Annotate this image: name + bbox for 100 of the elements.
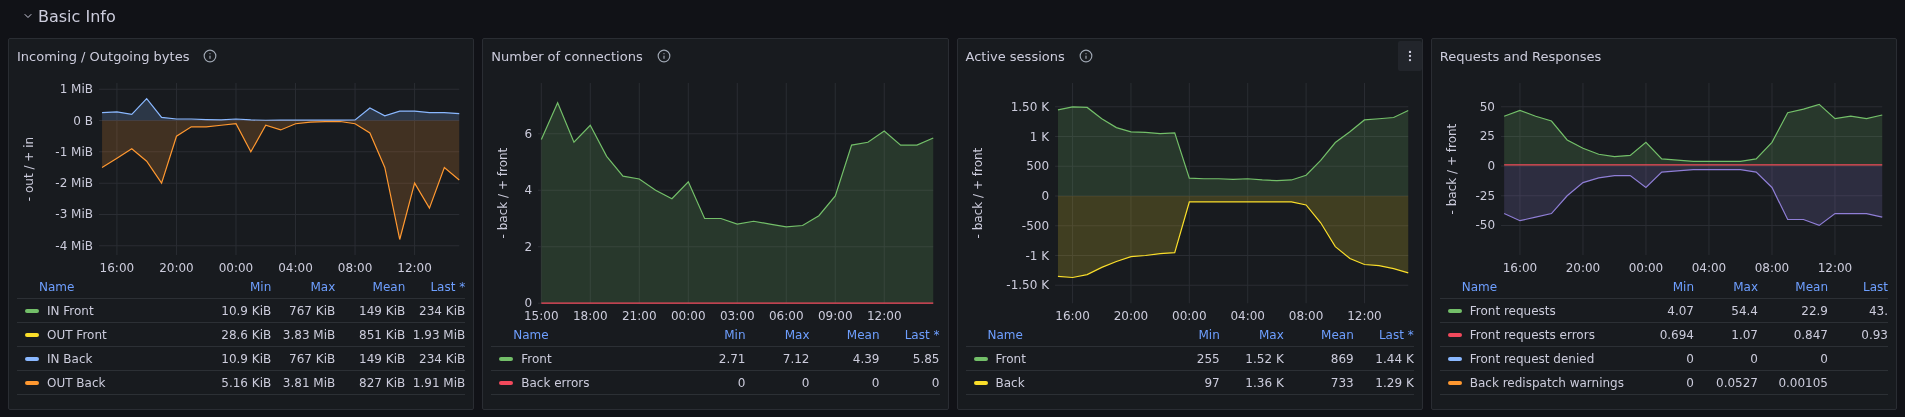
x-tick-label: 12:00: [397, 261, 432, 276]
legend-name[interactable]: IN Back: [47, 351, 93, 366]
legend-header[interactable]: Mean: [1283, 325, 1354, 348]
legend-header[interactable]: Last: [1828, 277, 1888, 300]
legend-value: 1.29 K: [1353, 371, 1414, 396]
legend-header[interactable]: Name: [17, 277, 208, 300]
legend-header[interactable]: Mean: [335, 277, 406, 300]
legend-value: 97: [1155, 371, 1220, 396]
x-tick-label: 04:00: [1229, 309, 1265, 324]
y-tick-label: -1 K: [1024, 248, 1049, 263]
y-axis-label: - back / + front: [1444, 123, 1459, 215]
legend-header[interactable]: Last *: [405, 277, 466, 300]
y-tick-label: 6: [524, 126, 533, 141]
legend-header[interactable]: Mean: [1758, 277, 1828, 300]
legend-value: 149 KiB: [335, 347, 406, 372]
x-tick-label: 18:00: [573, 309, 608, 324]
legend-header[interactable]: Max: [745, 325, 810, 348]
legend-value: 0: [1758, 347, 1828, 372]
x-tick-label: 15:00: [524, 309, 559, 324]
y-tick-label: -3 MiB: [55, 207, 94, 222]
legend-header[interactable]: Max: [1219, 325, 1284, 348]
legend-value: 22.9: [1758, 299, 1828, 324]
legend-header[interactable]: Last *: [1353, 325, 1414, 348]
info-icon[interactable]: [656, 49, 671, 63]
legend-name[interactable]: Back errors: [521, 375, 590, 390]
legend-header[interactable]: Last *: [879, 325, 940, 348]
legend-header[interactable]: Min: [1630, 277, 1694, 300]
legend-header[interactable]: Mean: [809, 325, 880, 348]
x-tick-label: 03:00: [720, 309, 755, 324]
y-axis-label: - back / + front: [496, 147, 511, 239]
x-tick-label: 12:00: [1817, 261, 1853, 276]
legend-header[interactable]: Min: [681, 325, 746, 348]
y-tick-label: 50: [1479, 99, 1495, 114]
y-tick-label: 0: [1487, 159, 1495, 174]
x-tick-label: 21:00: [622, 309, 657, 324]
legend-header[interactable]: Min: [1155, 325, 1220, 348]
legend-header[interactable]: Name: [1439, 277, 1630, 300]
legend-value: 1.93 MiB: [405, 323, 466, 348]
x-tick-label: 20:00: [159, 261, 194, 276]
legend-value: 149 KiB: [335, 299, 406, 324]
legend-value: 5.16 KiB: [207, 371, 272, 396]
legend-value: 4.39: [809, 347, 880, 372]
panel-title: Requests and Responses: [1439, 48, 1602, 64]
x-tick-label: 00:00: [1628, 261, 1663, 276]
legend-value: 7.12: [745, 347, 810, 372]
legend-header[interactable]: Name: [491, 325, 682, 348]
legend-value: 0.0527: [1694, 371, 1758, 396]
x-tick-label: 00:00: [218, 261, 254, 276]
y-tick-label: 500: [1025, 159, 1049, 174]
legend-header[interactable]: Min: [207, 277, 272, 300]
legend-value: 869: [1283, 347, 1354, 372]
x-tick-label: 20:00: [1113, 309, 1148, 324]
x-tick-label: 09:00: [818, 309, 853, 324]
y-tick-label: 1.50 K: [1010, 99, 1049, 114]
legend-name[interactable]: Back: [995, 375, 1025, 390]
section-toggle[interactable]: Basic Info: [22, 6, 116, 26]
legend-name[interactable]: Front request denied: [1469, 351, 1595, 366]
y-tick-label: 2: [524, 239, 533, 254]
legend-value: 0: [1694, 347, 1758, 372]
x-tick-label: 04:00: [278, 261, 313, 276]
y-tick-label: 4: [524, 183, 533, 198]
y-tick-label: -4 MiB: [55, 238, 94, 253]
legend-value: 0: [809, 371, 880, 396]
legend-header[interactable]: Max: [1694, 277, 1758, 300]
legend-header[interactable]: Max: [271, 277, 336, 300]
legend-value: 0.847: [1758, 323, 1828, 348]
legend-name[interactable]: OUT Back: [47, 375, 106, 390]
x-tick-label: 08:00: [337, 261, 373, 276]
legend-name[interactable]: Front requests errors: [1469, 327, 1595, 342]
legend-value: 234 KiB: [405, 347, 466, 372]
legend-value: 0: [1630, 347, 1694, 372]
y-tick-label: 0: [524, 296, 533, 311]
legend-value: 1.91 MiB: [405, 371, 466, 396]
legend-name[interactable]: Front: [995, 351, 1026, 366]
legend-value: 1.44 K: [1353, 347, 1414, 372]
x-tick-label: 16:00: [99, 261, 135, 276]
legend-value: 767 KiB: [271, 347, 336, 372]
y-tick-label: -1.50 K: [1005, 278, 1049, 293]
legend-value: 43.: [1828, 299, 1888, 324]
legend-value: 0.00105: [1758, 371, 1828, 396]
legend-value: 827 KiB: [335, 371, 406, 396]
legend-value: 10.9 KiB: [207, 299, 272, 324]
y-tick-label: 0 B: [73, 113, 94, 128]
legend-header[interactable]: Name: [965, 325, 1156, 348]
x-tick-label: 00:00: [671, 309, 706, 324]
info-icon[interactable]: [1078, 49, 1093, 63]
x-tick-label: 00:00: [1171, 309, 1207, 324]
y-tick-label: -1 MiB: [55, 144, 94, 159]
y-tick-label: -500: [1021, 218, 1049, 233]
legend-name[interactable]: Back redispatch warnings: [1469, 375, 1624, 390]
legend-name[interactable]: OUT Front: [47, 327, 107, 342]
legend-name[interactable]: Front: [521, 351, 552, 366]
legend-value: 733: [1283, 371, 1354, 396]
x-tick-label: 08:00: [1754, 261, 1789, 276]
legend-name[interactable]: IN Front: [47, 303, 94, 318]
legend-value: 0.694: [1630, 323, 1694, 348]
y-axis-label: - out / + in: [22, 136, 36, 202]
info-icon[interactable]: [203, 49, 218, 63]
legend-name[interactable]: Front requests: [1469, 303, 1556, 318]
legend-value: 5.85: [879, 347, 940, 372]
